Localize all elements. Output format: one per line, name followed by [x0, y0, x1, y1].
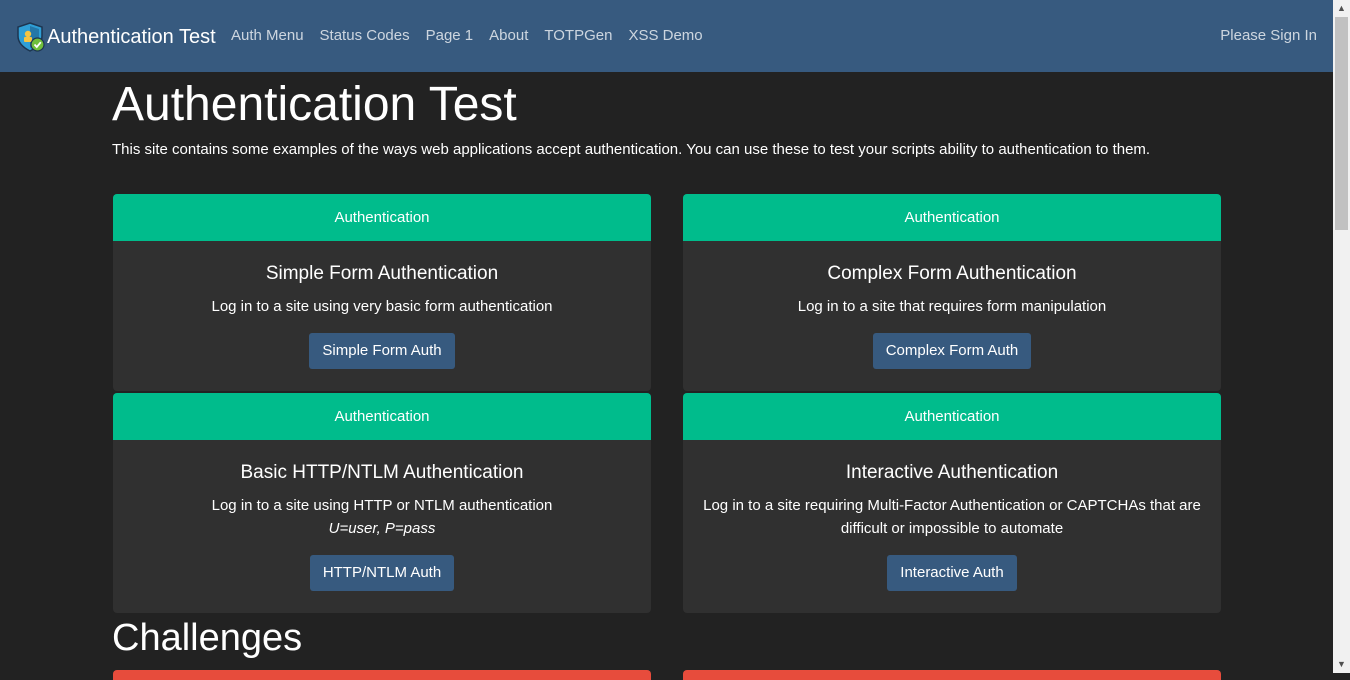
card-title: Complex Form Authentication	[827, 263, 1077, 284]
card-header: Authentication	[683, 194, 1221, 241]
card-text: Log in to a site using very basic form a…	[211, 298, 553, 315]
simple-form-auth-button[interactable]: Simple Form Auth	[309, 333, 455, 369]
brand-link[interactable]: Authentication Test	[15, 21, 216, 53]
nav-link-totpgen[interactable]: TOTPGen	[536, 26, 620, 46]
card-title: Simple Form Authentication	[265, 263, 499, 284]
card-simple-form: Authentication Simple Form Authenticatio…	[113, 194, 651, 391]
challenge-card-top	[683, 670, 1221, 680]
card-header: Authentication	[113, 194, 651, 241]
credentials-hint: U=user, P=pass	[328, 520, 436, 537]
nav-link-auth-menu[interactable]: Auth Menu	[223, 26, 312, 46]
interactive-auth-button[interactable]: Interactive Auth	[887, 555, 1017, 591]
shield-check-icon	[17, 22, 45, 52]
nav-link-status-codes[interactable]: Status Codes	[312, 26, 418, 46]
scroll-up-arrow-icon[interactable]: ▲	[1333, 0, 1350, 17]
card-http-ntlm: Authentication Basic HTTP/NTLM Authentic…	[113, 393, 651, 613]
page-title: Authentication Test	[112, 78, 517, 131]
card-title: Interactive Authentication	[845, 462, 1059, 483]
card-text: Log in to a site that requires form mani…	[797, 298, 1107, 315]
nav-menu: Auth Menu Status Codes Page 1 About TOTP…	[223, 26, 711, 46]
card-header: Authentication	[683, 393, 1221, 440]
card-interactive: Authentication Interactive Authenticatio…	[683, 393, 1221, 613]
card-description: Log in to a site using HTTP or NTLM auth…	[211, 497, 553, 514]
page-description: This site contains some examples of the …	[112, 141, 1151, 158]
brand-name: Authentication Test	[47, 26, 216, 48]
http-ntlm-auth-button[interactable]: HTTP/NTLM Auth	[309, 555, 455, 591]
vertical-scrollbar[interactable]: ▲ ▼	[1333, 0, 1350, 673]
nav-link-about[interactable]: About	[481, 26, 536, 46]
card-text: Log in to a site requiring Multi-Factor …	[703, 497, 1201, 537]
sign-in-link[interactable]: Please Sign In	[1220, 26, 1317, 46]
challenges-heading: Challenges	[112, 617, 303, 659]
nav-link-xss-demo[interactable]: XSS Demo	[620, 26, 710, 46]
complex-form-auth-button[interactable]: Complex Form Auth	[872, 333, 1032, 369]
scrollbar-thumb[interactable]	[1335, 17, 1348, 230]
card-complex-form: Authentication Complex Form Authenticati…	[683, 194, 1221, 391]
nav-link-page-1[interactable]: Page 1	[418, 26, 482, 46]
scroll-down-arrow-icon[interactable]: ▼	[1333, 656, 1350, 673]
challenge-card-top	[113, 670, 651, 680]
card-header: Authentication	[113, 393, 651, 440]
card-text: Log in to a site using HTTP or NTLM auth…	[113, 494, 651, 540]
navbar: Authentication Test Auth Menu Status Cod…	[0, 0, 1333, 72]
card-title: Basic HTTP/NTLM Authentication	[240, 462, 524, 483]
